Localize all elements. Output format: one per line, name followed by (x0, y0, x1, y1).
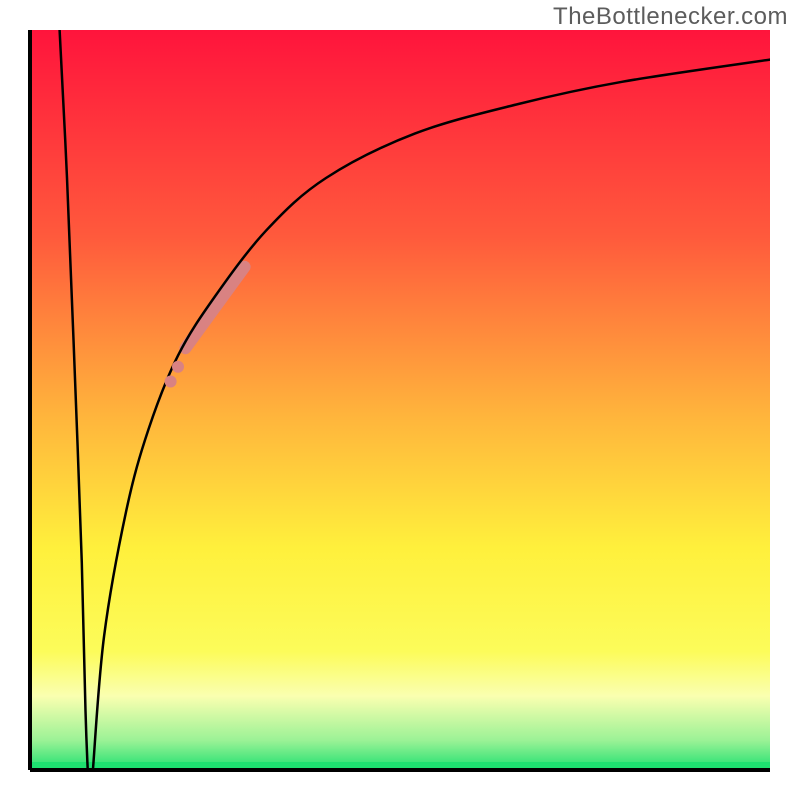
watermark-text: TheBottlenecker.com (553, 3, 788, 31)
chart-svg (0, 0, 800, 800)
annotation-highlight-lower-0 (172, 361, 184, 373)
bottleneck-chart: TheBottlenecker.com (0, 0, 800, 800)
annotation-highlight-lower-1 (165, 376, 177, 388)
plot-background (30, 30, 770, 770)
